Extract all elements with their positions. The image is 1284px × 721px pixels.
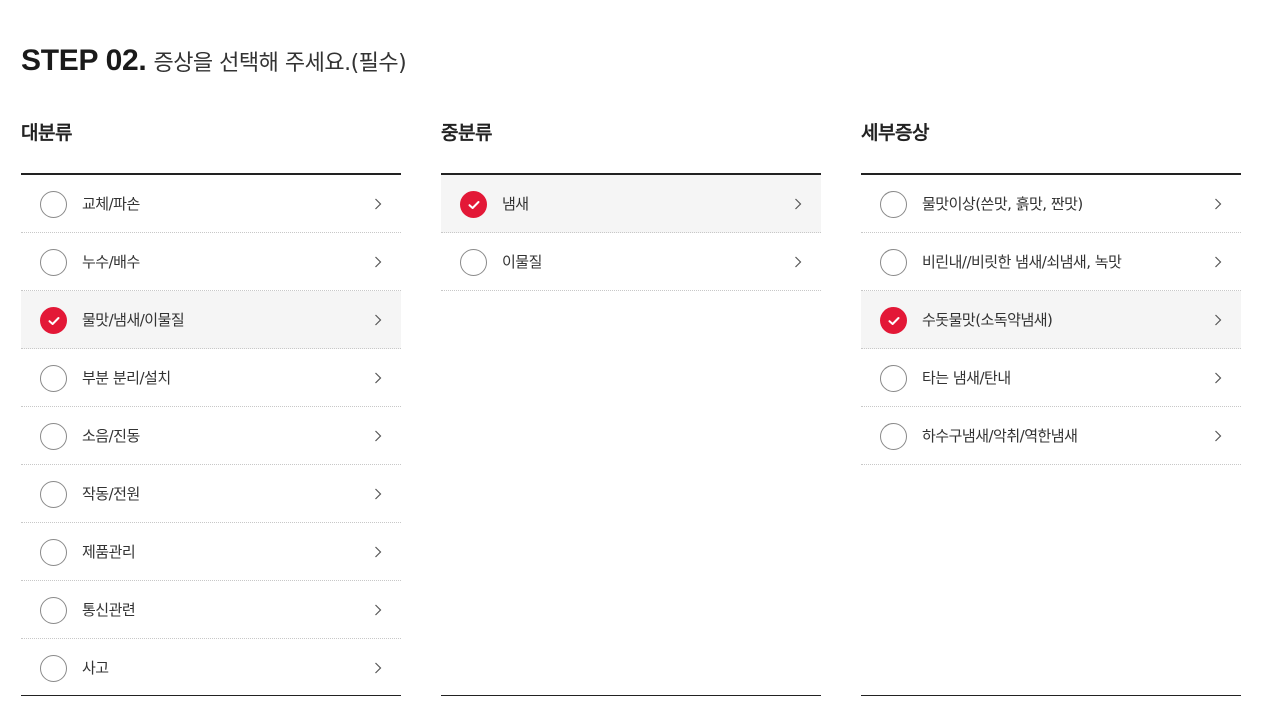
option-label: 누수/배수: [82, 253, 140, 271]
option-label: 통신관련: [82, 601, 136, 619]
radio-unchecked-icon[interactable]: [40, 365, 67, 392]
chevron-right-icon: [375, 198, 382, 210]
radio-unchecked-icon[interactable]: [40, 191, 67, 218]
chevron-right-icon: [1215, 198, 1222, 210]
chevron-right-icon: [375, 662, 382, 674]
option-label: 부분 분리/설치: [82, 369, 171, 387]
chevron-right-icon: [375, 488, 382, 500]
option-item[interactable]: 수돗물맛(소독약냄새): [861, 291, 1241, 349]
option-label: 냄새: [502, 195, 529, 213]
step-description: 증상을 선택해 주세요.(필수): [153, 51, 407, 76]
option-item[interactable]: 교체/파손: [21, 175, 401, 233]
chevron-right-icon: [375, 256, 382, 268]
option-list-detail: 물맛이상(쓴맛, 흙맛, 짠맛) 비린내//비릿한 냄새/쇠냄새, 녹맛수돗물맛(…: [861, 173, 1241, 696]
option-item[interactable]: 통신관련: [21, 581, 401, 639]
chevron-right-icon: [375, 372, 382, 384]
radio-unchecked-icon[interactable]: [40, 539, 67, 566]
option-item[interactable]: 타는 냄새/탄내: [861, 349, 1241, 407]
radio-unchecked-icon[interactable]: [40, 597, 67, 624]
option-label: 타는 냄새/탄내: [922, 369, 1011, 387]
option-item[interactable]: 사고: [21, 639, 401, 697]
chevron-right-icon: [375, 546, 382, 558]
option-item[interactable]: 부분 분리/설치: [21, 349, 401, 407]
option-list-major: 교체/파손누수/배수물맛/냄새/이물질부분 분리/설치소음/진동작동/전원제품관…: [21, 173, 401, 696]
radio-checked-icon[interactable]: [880, 307, 907, 334]
option-label: 이물질: [502, 253, 542, 271]
chevron-right-icon: [375, 430, 382, 442]
column-header-middle: 중분류: [441, 122, 492, 144]
radio-unchecked-icon[interactable]: [460, 249, 487, 276]
radio-unchecked-icon[interactable]: [880, 365, 907, 392]
option-item[interactable]: 누수/배수: [21, 233, 401, 291]
radio-unchecked-icon[interactable]: [40, 249, 67, 276]
radio-unchecked-icon[interactable]: [880, 423, 907, 450]
option-item[interactable]: 하수구냄새/악취/역한냄새: [861, 407, 1241, 465]
option-item[interactable]: 물맛/냄새/이물질: [21, 291, 401, 349]
radio-unchecked-icon[interactable]: [880, 249, 907, 276]
radio-unchecked-icon[interactable]: [40, 423, 67, 450]
option-label: 사고: [82, 659, 109, 677]
step-title: STEP 02. 증상을 선택해 주세요.(필수): [21, 44, 407, 84]
option-label: 수돗물맛(소독약냄새): [922, 311, 1053, 329]
check-icon: [888, 316, 899, 325]
option-label: 제품관리: [82, 543, 136, 561]
column-header-detail: 세부증상: [861, 122, 929, 144]
radio-unchecked-icon[interactable]: [40, 481, 67, 508]
option-label: 교체/파손: [82, 195, 140, 213]
radio-checked-icon[interactable]: [40, 307, 67, 334]
check-icon: [468, 200, 479, 209]
option-label: 물맛이상(쓴맛, 흙맛, 짠맛): [922, 195, 1083, 213]
column-header-major: 대분류: [21, 122, 72, 144]
radio-unchecked-icon[interactable]: [880, 191, 907, 218]
option-label: 작동/전원: [82, 485, 140, 503]
option-item[interactable]: 작동/전원: [21, 465, 401, 523]
step-label: STEP 02.: [21, 44, 147, 77]
chevron-right-icon: [795, 198, 802, 210]
option-item[interactable]: 제품관리: [21, 523, 401, 581]
check-icon: [48, 316, 59, 325]
option-label: 비린내//비릿한 냄새/쇠냄새, 녹맛: [922, 253, 1122, 271]
option-item[interactable]: 냄새: [441, 175, 821, 233]
chevron-right-icon: [375, 604, 382, 616]
chevron-right-icon: [1215, 430, 1222, 442]
option-item[interactable]: 이물질: [441, 233, 821, 291]
chevron-right-icon: [375, 314, 382, 326]
chevron-right-icon: [795, 256, 802, 268]
option-list-middle: 냄새이물질: [441, 173, 821, 696]
option-label: 하수구냄새/악취/역한냄새: [922, 427, 1078, 445]
option-item[interactable]: 비린내//비릿한 냄새/쇠냄새, 녹맛: [861, 233, 1241, 291]
option-item[interactable]: 소음/진동: [21, 407, 401, 465]
option-item[interactable]: 물맛이상(쓴맛, 흙맛, 짠맛): [861, 175, 1241, 233]
option-label: 소음/진동: [82, 427, 140, 445]
chevron-right-icon: [1215, 372, 1222, 384]
radio-checked-icon[interactable]: [460, 191, 487, 218]
radio-unchecked-icon[interactable]: [40, 655, 67, 682]
chevron-right-icon: [1215, 314, 1222, 326]
chevron-right-icon: [1215, 256, 1222, 268]
option-label: 물맛/냄새/이물질: [82, 311, 185, 329]
